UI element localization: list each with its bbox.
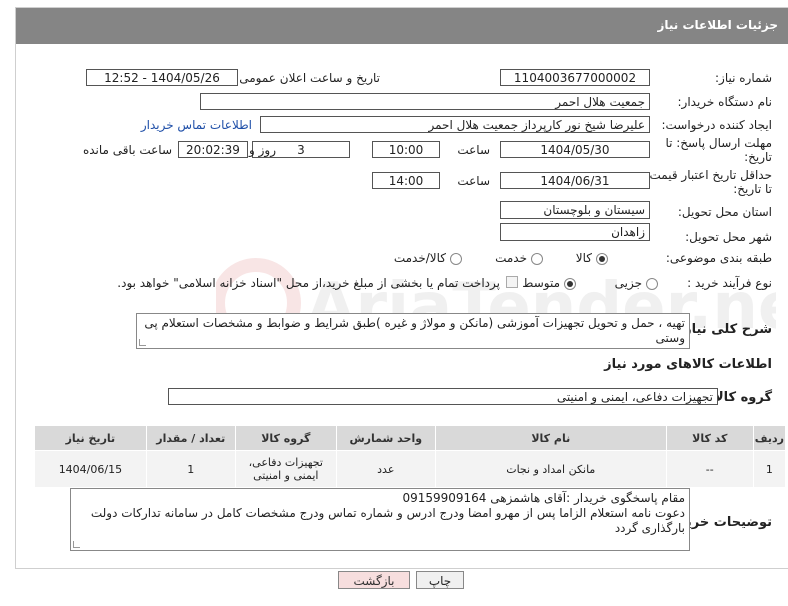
col-unit: واحد شمارش [335, 425, 436, 451]
treasury-checkbox[interactable] [506, 276, 518, 288]
cell-group: تجهیزات دفاعی، ایمنی و امنیتی [234, 450, 337, 488]
table-header-row: ردیف کد کالا نام کالا واحد شمارش گروه کا… [34, 425, 787, 451]
goods-section-title: اطلاعات کالاهای مورد نیاز [604, 357, 772, 372]
buyer-contact-link[interactable]: اطلاعات تماس خریدار [141, 118, 252, 132]
description-label: شرح کلی نیاز: [678, 322, 772, 337]
price-time-field: 14:00 [372, 172, 440, 189]
process-label: نوع فرآیند خرید : [687, 276, 772, 290]
cell-unit: عدد [335, 450, 436, 488]
deadline-date-field: 1404/05/30 [500, 141, 650, 158]
col-row: ردیف [752, 425, 787, 451]
buyer-notes-textarea[interactable]: مقام پاسخگوی خریدار :آقای هاشمزهی 091599… [70, 488, 690, 551]
buyer-org-field: جمعیت هلال احمر [200, 93, 650, 110]
back-button[interactable]: بازگشت [338, 571, 410, 589]
panel-header: جزئیات اطلاعات نیاز [16, 8, 788, 44]
description-text: تهیه ، حمل و تحویل تجهیزات آموزشی (مانکن… [144, 316, 685, 345]
process-option-medium: متوسط [522, 276, 560, 290]
province-field: سیستان و بلوچستان [500, 201, 650, 219]
col-name: نام کالا [434, 425, 667, 451]
category-option-goods-service: کالا/خدمت [393, 251, 446, 265]
deadline-time-label: ساعت [457, 143, 490, 157]
city-field: زاهدان [500, 223, 650, 241]
process-radio-minor[interactable] [646, 278, 658, 290]
process-radio-medium[interactable] [564, 278, 576, 290]
cell-name: مانکن امداد و نجات [434, 450, 667, 488]
city-label: شهر محل تحویل: [685, 230, 772, 244]
price-time-label: ساعت [457, 174, 490, 188]
description-textarea[interactable]: تهیه ، حمل و تحویل تجهیزات آموزشی (مانکن… [136, 313, 690, 349]
remaining-time-label: ساعت باقی مانده [82, 143, 172, 157]
cell-code: -- [665, 450, 754, 488]
category-radio-goods-service[interactable] [450, 253, 462, 265]
resize-grip-icon[interactable] [73, 541, 80, 548]
goods-group-field: تجهیزات دفاعی، ایمنی و امنیتی [168, 388, 718, 405]
details-panel: جزئیات اطلاعات نیاز AriaTender.neT شماره… [15, 7, 788, 569]
col-group: گروه کالا [234, 425, 337, 451]
announce-label: تاریخ و ساعت اعلان عمومی: [235, 71, 380, 85]
announce-field: 1404/05/26 - 12:52 [86, 69, 238, 86]
province-label: استان محل تحویل: [677, 205, 772, 219]
buyer-notes-line1: مقام پاسخگوی خریدار :آقای هاشمزهی 091599… [402, 491, 685, 505]
creator-label: ایجاد کننده درخواست: [661, 118, 772, 132]
category-radio-service[interactable] [531, 253, 543, 265]
deadline-label: مهلت ارسال پاسخ: تا تاریخ: [665, 136, 772, 164]
buyer-notes-line2: دعوت نامه استعلام الزاما پس از مهرو امضا… [90, 506, 685, 535]
print-button[interactable]: چاپ [416, 571, 464, 589]
payment-note: پرداخت تمام یا بخشی از مبلغ خرید،از محل … [117, 276, 500, 290]
page-title: جزئیات اطلاعات نیاز [657, 18, 778, 32]
need-number-label: شماره نیاز: [715, 71, 772, 85]
goods-table: ردیف کد کالا نام کالا واحد شمارش گروه کا… [34, 425, 787, 488]
cell-row: 1 [752, 450, 787, 488]
creator-field: علیرضا شیخ نور کارپرداز جمعیت هلال احمر [260, 116, 650, 133]
process-option-minor: جزیی [614, 276, 642, 290]
resize-grip-icon[interactable] [139, 339, 146, 346]
category-radio-goods[interactable] [596, 253, 608, 265]
deadline-time-field: 10:00 [372, 141, 440, 158]
table-row: 1 -- مانکن امداد و نجات عدد تجهیزات دفاع… [34, 450, 787, 488]
col-code: کد کالا [665, 425, 754, 451]
category-label: طبقه بندی موضوعی: [665, 251, 772, 265]
category-option-service: خدمت [495, 251, 527, 265]
col-need-date: تاریخ نیاز [34, 425, 147, 451]
need-number-field: 1104003677000002 [500, 69, 650, 86]
goods-group-label: گروه کالا: [708, 390, 772, 405]
buyer-org-label: نام دستگاه خریدار: [677, 95, 773, 109]
days-label: روز و [249, 143, 276, 157]
price-validity-label: حداقل تاریخ اعتبار قیمت: تا تاریخ: [645, 168, 772, 196]
price-date-field: 1404/06/31 [500, 172, 650, 189]
cell-quantity: 1 [145, 450, 236, 488]
col-quantity: تعداد / مقدار [145, 425, 236, 451]
cell-need-date: 1404/06/15 [34, 450, 147, 488]
remaining-time-field: 20:02:39 [178, 141, 248, 158]
category-option-goods: کالا [575, 251, 592, 265]
